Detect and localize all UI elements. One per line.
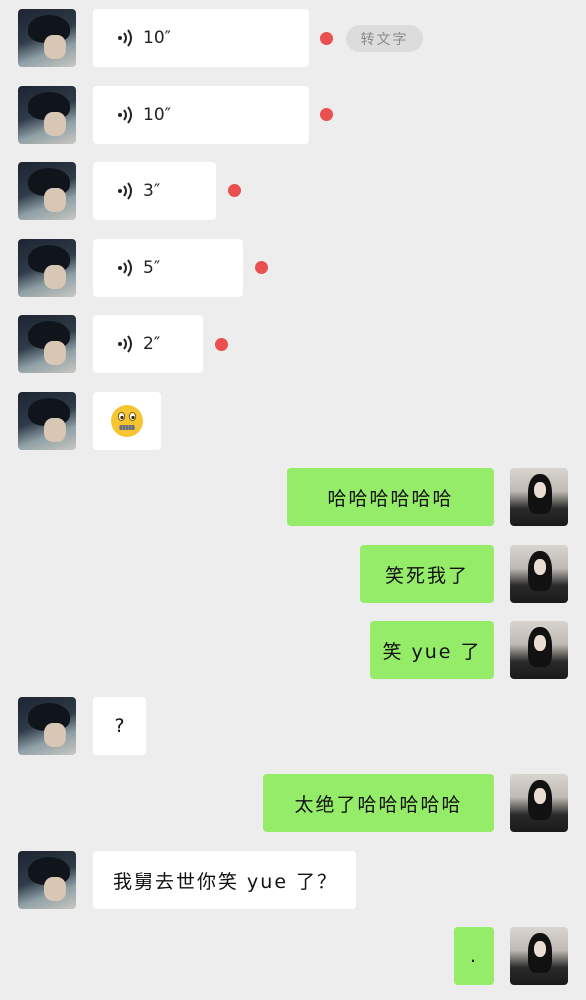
voice-wave-icon (118, 259, 132, 277)
their-message-bubble[interactable]: ? (93, 697, 146, 755)
voice-duration: 10″ (143, 28, 171, 48)
my-avatar[interactable] (510, 774, 568, 832)
convert-to-text-button[interactable]: 转文字 (346, 25, 423, 52)
contact-avatar[interactable] (18, 86, 76, 144)
my-message-bubble[interactable]: 太绝了哈哈哈哈哈 (263, 774, 494, 832)
voice-wave-icon (118, 335, 132, 353)
unread-dot (228, 184, 241, 197)
voice-wave-icon (118, 182, 132, 200)
contact-avatar[interactable] (18, 851, 76, 909)
my-message-bubble[interactable]: 哈哈哈哈哈哈 (287, 468, 494, 526)
voice-duration: 10″ (143, 105, 171, 125)
unread-dot (255, 261, 268, 274)
contact-avatar[interactable] (18, 392, 76, 450)
contact-avatar[interactable] (18, 315, 76, 373)
their-message-bubble[interactable]: 我舅去世你笑 yue 了？ (93, 851, 356, 909)
voice-message-bubble[interactable]: 3″ (93, 162, 216, 220)
voice-duration: 5″ (143, 258, 161, 278)
zipper-mouth-face-emoji-icon (111, 405, 143, 437)
my-avatar[interactable] (510, 927, 568, 985)
unread-dot (215, 338, 228, 351)
contact-avatar[interactable] (18, 239, 76, 297)
voice-wave-icon (118, 29, 132, 47)
unread-dot (320, 32, 333, 45)
voice-message-bubble[interactable]: 10″ (93, 86, 309, 144)
contact-avatar[interactable] (18, 9, 76, 67)
my-avatar[interactable] (510, 545, 568, 603)
voice-duration: 2″ (143, 334, 161, 354)
my-message-bubble[interactable]: 笑 yue 了 (370, 621, 494, 679)
voice-wave-icon (118, 106, 132, 124)
contact-avatar[interactable] (18, 162, 76, 220)
voice-message-bubble[interactable]: 10″ (93, 9, 309, 67)
my-message-bubble[interactable]: . (454, 927, 494, 985)
contact-avatar[interactable] (18, 697, 76, 755)
my-avatar[interactable] (510, 468, 568, 526)
my-message-bubble[interactable]: 笑死我了 (360, 545, 494, 603)
unread-dot (320, 108, 333, 121)
my-avatar[interactable] (510, 621, 568, 679)
voice-message-bubble[interactable]: 5″ (93, 239, 243, 297)
voice-message-bubble[interactable]: 2″ (93, 315, 203, 373)
voice-duration: 3″ (143, 181, 161, 201)
